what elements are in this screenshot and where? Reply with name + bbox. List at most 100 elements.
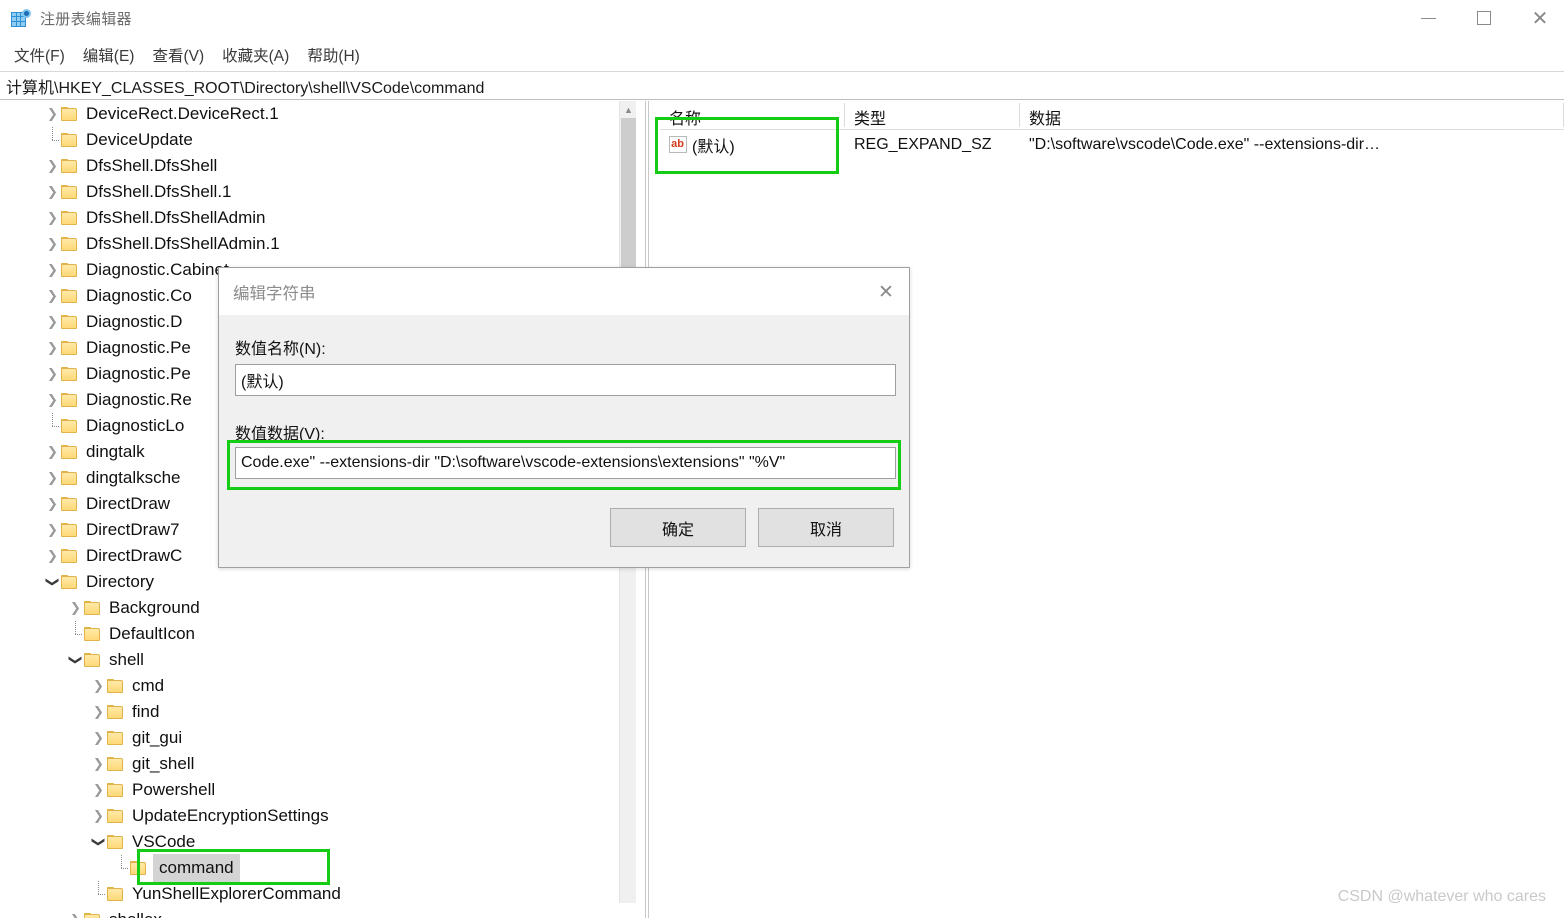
chevron-right-icon[interactable]: ❯ — [90, 673, 107, 699]
menu-bar: 文件(F) 编辑(E) 查看(V) 收藏夹(A) 帮助(H) — [0, 40, 1564, 70]
chevron-right-icon[interactable]: ❯ — [44, 257, 61, 283]
tree-item[interactable]: DefaultIcon — [0, 621, 636, 647]
tree-item-selected[interactable]: command — [0, 853, 636, 883]
tree-item-label: shell — [109, 650, 144, 669]
maximize-button[interactable] — [1456, 0, 1512, 36]
chevron-right-icon[interactable]: ❯ — [44, 465, 61, 491]
tree-item[interactable]: ❯ cmd — [0, 673, 636, 699]
tree-item-label: DfsShell.DfsShell.1 — [86, 182, 232, 201]
chevron-right-icon[interactable]: ❯ — [44, 309, 61, 335]
chevron-right-icon[interactable]: ❯ — [90, 777, 107, 803]
table-row[interactable]: ab (默认) REG_EXPAND_SZ "D:\software\vscod… — [660, 130, 1564, 160]
close-button[interactable]: ✕ — [1512, 0, 1564, 36]
tree-item-label: git_gui — [132, 728, 183, 747]
chevron-right-icon[interactable]: ❯ — [44, 231, 61, 257]
menu-favorites[interactable]: 收藏夹(A) — [222, 44, 289, 66]
tree-item-label: DefaultIcon — [109, 624, 195, 643]
tree-item-label: DfsShell.DfsShellAdmin — [86, 208, 266, 227]
column-header-data[interactable]: 数据 — [1020, 101, 1564, 130]
chevron-right-icon[interactable]: ❯ — [67, 595, 84, 621]
tree-item-label: Diagnostic.D — [86, 312, 183, 331]
value-name-input[interactable]: (默认) — [235, 364, 896, 396]
title-bar: 注册表编辑器 ✕ — [0, 0, 1564, 36]
address-bar[interactable]: 计算机\HKEY_CLASSES_ROOT\Directory\shell\VS… — [0, 71, 1564, 100]
chevron-right-icon[interactable]: ❯ — [44, 153, 61, 179]
chevron-right-icon[interactable]: ❯ — [44, 517, 61, 543]
folder-icon — [61, 211, 77, 225]
tree-item[interactable]: ❯ git_gui — [0, 725, 636, 751]
chevron-right-icon[interactable]: ❯ — [44, 387, 61, 413]
tree-item[interactable]: YunShellExplorerCommand — [0, 881, 636, 907]
chevron-right-icon[interactable]: ❯ — [90, 725, 107, 751]
tree-item[interactable]: ❯ DfsShell.DfsShellAdmin.1 — [0, 231, 636, 257]
tree-item[interactable]: ❯ UpdateEncryptionSettings — [0, 803, 636, 829]
tree-item-label: DfsShell.DfsShell — [86, 156, 218, 175]
value-data-cell: "D:\software\vscode\Code.exe" --extensio… — [1029, 136, 1381, 153]
tree-item-label: find — [132, 702, 160, 721]
cancel-button[interactable]: 取消 — [758, 508, 894, 547]
chevron-right-icon[interactable]: ❯ — [44, 439, 61, 465]
folder-icon — [61, 315, 77, 329]
tree-item-label: DirectDrawC — [86, 546, 183, 565]
folder-icon — [84, 913, 100, 918]
value-data-label: 数值数据(V): — [235, 426, 325, 443]
menu-help[interactable]: 帮助(H) — [307, 44, 360, 66]
column-header-type[interactable]: 类型 — [845, 101, 1020, 130]
ok-button[interactable]: 确定 — [610, 508, 746, 547]
tree-item[interactable]: ❯ Background — [0, 595, 636, 621]
tree-item[interactable]: ❯ DfsShell.DfsShell.1 — [0, 179, 636, 205]
tree-item-label: Diagnostic.Pe — [86, 338, 191, 357]
tree-item[interactable]: ❯ DfsShell.DfsShell — [0, 153, 636, 179]
folder-icon — [61, 419, 77, 433]
tree-item[interactable]: ❯ DeviceRect.DeviceRect.1 — [0, 101, 636, 127]
chevron-right-icon[interactable]: ❯ — [44, 205, 61, 231]
tree-item[interactable]: ❯ DfsShell.DfsShellAdmin — [0, 205, 636, 231]
tree-item[interactable]: ❯ git_shell — [0, 751, 636, 777]
dialog-close-button[interactable]: ✕ — [863, 268, 909, 315]
registry-path: 计算机\HKEY_CLASSES_ROOT\Directory\shell\VS… — [6, 79, 485, 97]
chevron-right-icon[interactable]: ❯ — [44, 361, 61, 387]
menu-view[interactable]: 查看(V) — [152, 44, 204, 66]
folder-icon — [61, 263, 77, 277]
tree-item[interactable]: ❯ Powershell — [0, 777, 636, 803]
scroll-up-icon[interactable]: ▲ — [620, 101, 636, 118]
tree-item[interactable]: ❯ find — [0, 699, 636, 725]
menu-file[interactable]: 文件(F) — [14, 44, 65, 66]
chevron-right-icon[interactable]: ❯ — [44, 543, 61, 569]
folder-icon — [61, 471, 77, 485]
column-header-name[interactable]: 名称 — [660, 101, 845, 130]
chevron-right-icon[interactable]: ❯ — [90, 751, 107, 777]
value-name-cell[interactable]: ab (默认) — [660, 133, 845, 157]
menu-edit[interactable]: 编辑(E) — [83, 44, 135, 66]
window-title: 注册表编辑器 — [40, 10, 132, 28]
chevron-right-icon[interactable]: ❯ — [67, 907, 84, 918]
chevron-right-icon[interactable]: ❯ — [44, 179, 61, 205]
minimize-button[interactable] — [1400, 0, 1456, 36]
chevron-right-icon[interactable]: ❯ — [90, 699, 107, 725]
chevron-right-icon[interactable]: ❯ — [44, 101, 61, 127]
close-icon: ✕ — [878, 280, 894, 303]
folder-icon — [61, 393, 77, 407]
tree-item-label: VSCode — [132, 832, 196, 851]
chevron-right-icon[interactable]: ❯ — [44, 491, 61, 517]
tree-item[interactable]: DeviceUpdate — [0, 127, 636, 153]
tree-item-label: DirectDraw — [86, 494, 171, 513]
chevron-right-icon[interactable]: ❯ — [44, 335, 61, 361]
value-name-label: 数值名称(N): — [235, 341, 326, 358]
tree-item[interactable]: ❯ shell — [0, 647, 636, 673]
tree-item[interactable]: ❯ shellex — [0, 907, 636, 918]
tree-item[interactable]: ❯ VSCode — [0, 829, 636, 855]
value-data-input[interactable]: Code.exe" --extensions-dir "D:\software\… — [235, 447, 896, 479]
chevron-right-icon[interactable]: ❯ — [90, 803, 107, 829]
chevron-right-icon[interactable]: ❯ — [44, 283, 61, 309]
tree-item[interactable]: ❯ Directory — [0, 569, 636, 595]
